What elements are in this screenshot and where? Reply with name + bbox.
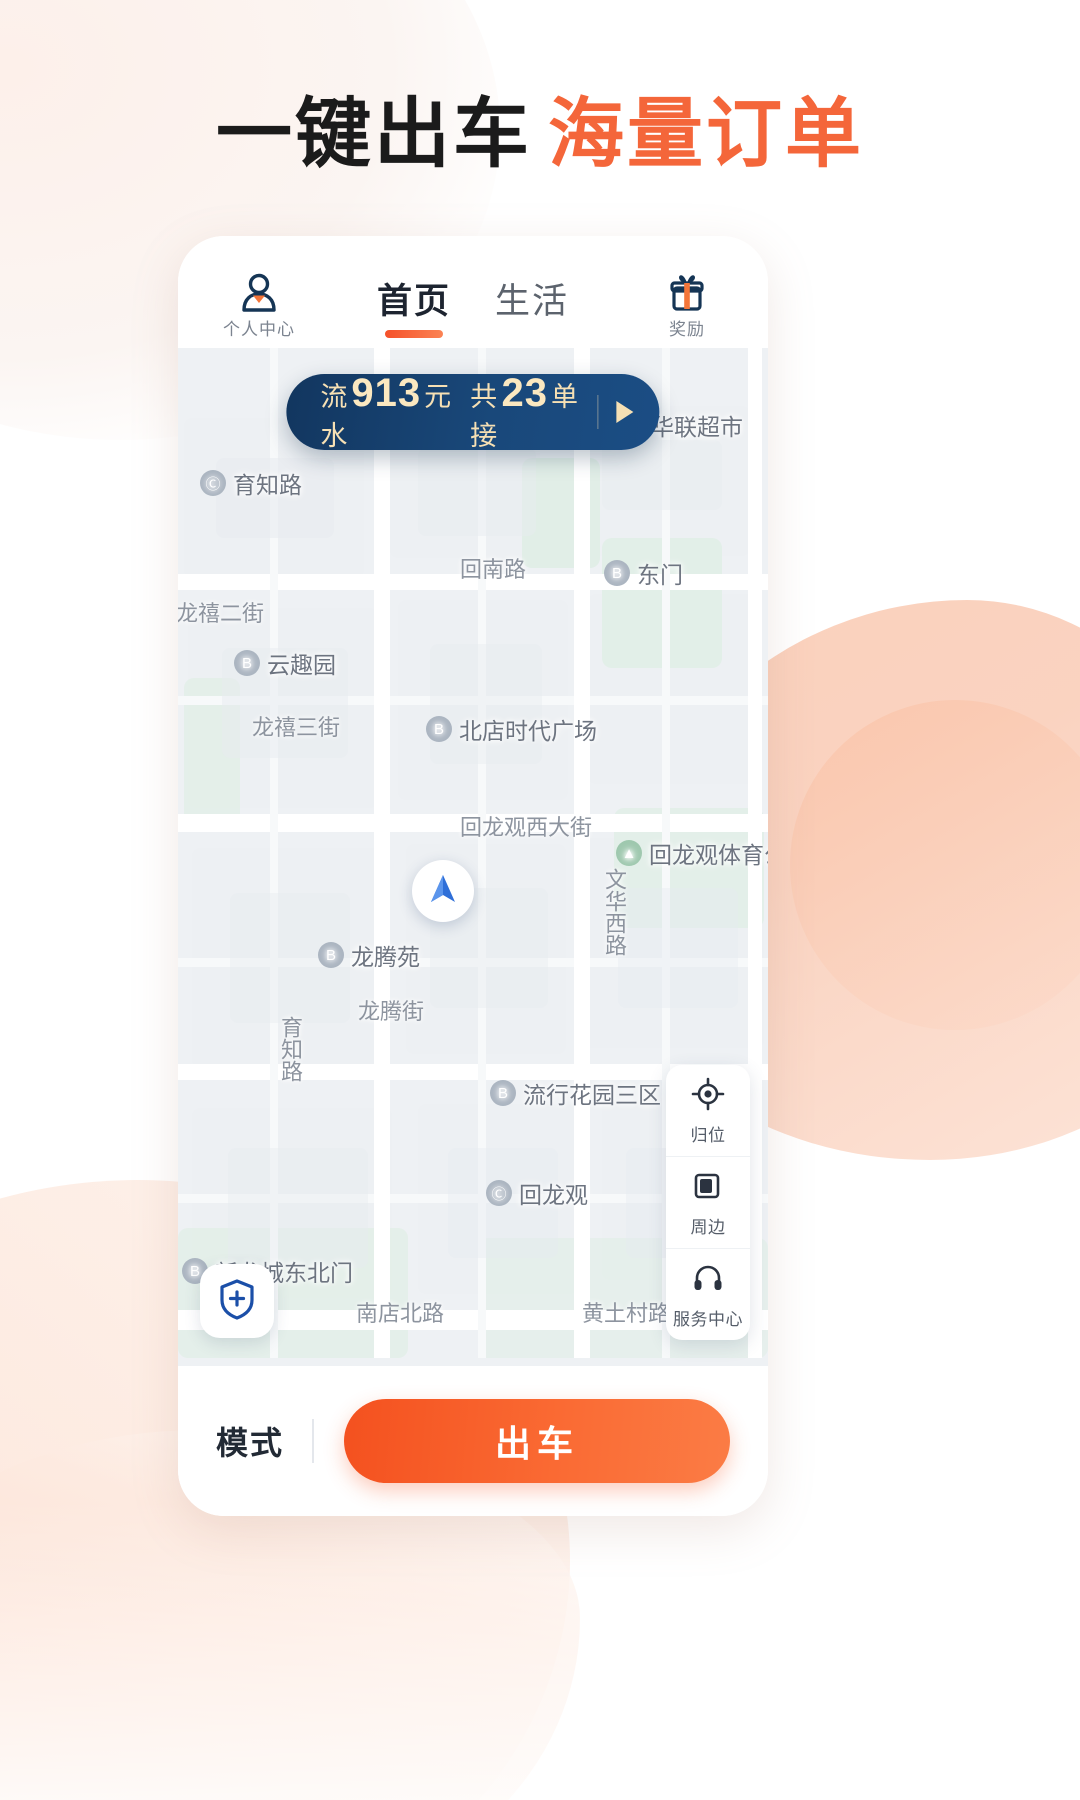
reward-entry[interactable]: 奖励 [628, 270, 746, 340]
revenue-value: 913 [351, 371, 422, 415]
poi-label[interactable]: ▲ 回龙观体育公园 [616, 836, 768, 870]
headset-icon [691, 1261, 725, 1300]
metro-pin-icon: Ⓒ [486, 1180, 512, 1206]
locate-target-icon [691, 1077, 725, 1116]
earnings-banner[interactable]: 流水 913 元 共接 23 单 [286, 371, 660, 453]
orders-prefix: 共接 [470, 382, 499, 451]
revenue-unit: 元 [424, 382, 453, 412]
map-tool-label: 归位 [690, 1126, 726, 1145]
map-tool-recenter[interactable]: 归位 [666, 1065, 750, 1156]
gift-icon [666, 270, 708, 312]
street-label: 育知路 [278, 1016, 303, 1082]
street-label: 黄土村路 [582, 1301, 671, 1326]
metro-pin-icon: Ⓒ [200, 470, 226, 496]
profile-entry[interactable]: 个人中心 [200, 270, 318, 340]
street-label: 文华西路 [602, 868, 627, 956]
phone-mockup: 个人中心 首页 生活 奖励 华联超市 Ⓒ 育知路 В 东门 В 云趣园 В 北店… [178, 236, 768, 1516]
poi-label[interactable]: Ⓒ 回龙观 [486, 1176, 588, 1210]
mode-button[interactable]: 模式 [216, 1418, 312, 1464]
banner-divider [597, 395, 599, 429]
reward-label: 奖励 [669, 320, 705, 339]
place-pin-icon: В [234, 650, 260, 676]
profile-label: 个人中心 [223, 320, 295, 339]
street-label: 回南路 [460, 557, 527, 582]
headline-accent: 海量订单 [548, 92, 864, 177]
bottom-fade [0, 1500, 1080, 1800]
map-tool-label: 周边 [690, 1218, 726, 1237]
orders-text: 共接 23 单 [470, 371, 579, 453]
revenue-text: 流水 913 元 [320, 371, 452, 453]
orders-unit: 单 [551, 382, 580, 412]
orders-value: 23 [501, 371, 549, 415]
map-tool-nearby[interactable]: 周边 [666, 1156, 750, 1248]
place-pin-icon: В [426, 716, 452, 742]
header-tabs: 首页 生活 [318, 273, 628, 340]
tab-life[interactable]: 生活 [495, 273, 569, 338]
poi-label[interactable]: В 云趣园 [234, 646, 336, 680]
street-label: 龙禧二街 [178, 601, 265, 626]
tab-home[interactable]: 首页 [377, 273, 451, 338]
street-label: 龙腾街 [358, 999, 425, 1024]
place-pin-icon: В [604, 560, 630, 586]
place-pin-icon: В [490, 1080, 516, 1106]
map-tool-service-center[interactable]: 服务中心 [666, 1248, 750, 1340]
park-pin-icon: ▲ [616, 840, 642, 866]
revenue-prefix: 流水 [320, 382, 349, 451]
headline-primary: 一键出车 [216, 92, 532, 177]
map-canvas[interactable]: ▣ 华联超市 Ⓒ 育知路 В 东门 В 云趣园 В 北店时代广场 ▲ 回龙观体育… [178, 348, 768, 1366]
safety-button[interactable] [200, 1264, 274, 1338]
place-pin-icon: В [318, 942, 344, 968]
go-online-button[interactable]: 出车 [344, 1399, 730, 1483]
poi-label[interactable]: В 龙腾苑 [318, 938, 420, 972]
navigation-arrow-icon [426, 872, 460, 911]
page-headline: 一键出车 海量订单 [0, 72, 1080, 182]
map-tool-stack: 归位 周边 服务中心 [666, 1065, 750, 1340]
vehicle-marker[interactable] [412, 860, 474, 922]
play-arrow-icon[interactable] [616, 401, 634, 423]
street-label: 南店北路 [356, 1301, 445, 1326]
street-label: 龙禧三街 [252, 715, 341, 740]
poi-label[interactable]: В 北店时代广场 [426, 712, 597, 746]
shield-plus-icon [217, 1278, 257, 1325]
map-tool-label: 服务中心 [673, 1310, 743, 1329]
poi-label[interactable]: Ⓒ 育知路 [200, 466, 302, 500]
bottom-divider [312, 1419, 315, 1463]
app-header: 个人中心 首页 生活 奖励 [178, 236, 768, 348]
nearby-cards-icon [691, 1169, 725, 1208]
street-label: 回龙观西大街 [460, 815, 593, 840]
bottom-action-bar: 模式 出车 [178, 1366, 768, 1516]
poi-label[interactable]: В 流行花园三区 [490, 1076, 661, 1110]
user-avatar-icon [238, 270, 280, 312]
poi-label[interactable]: В 东门 [604, 556, 683, 590]
